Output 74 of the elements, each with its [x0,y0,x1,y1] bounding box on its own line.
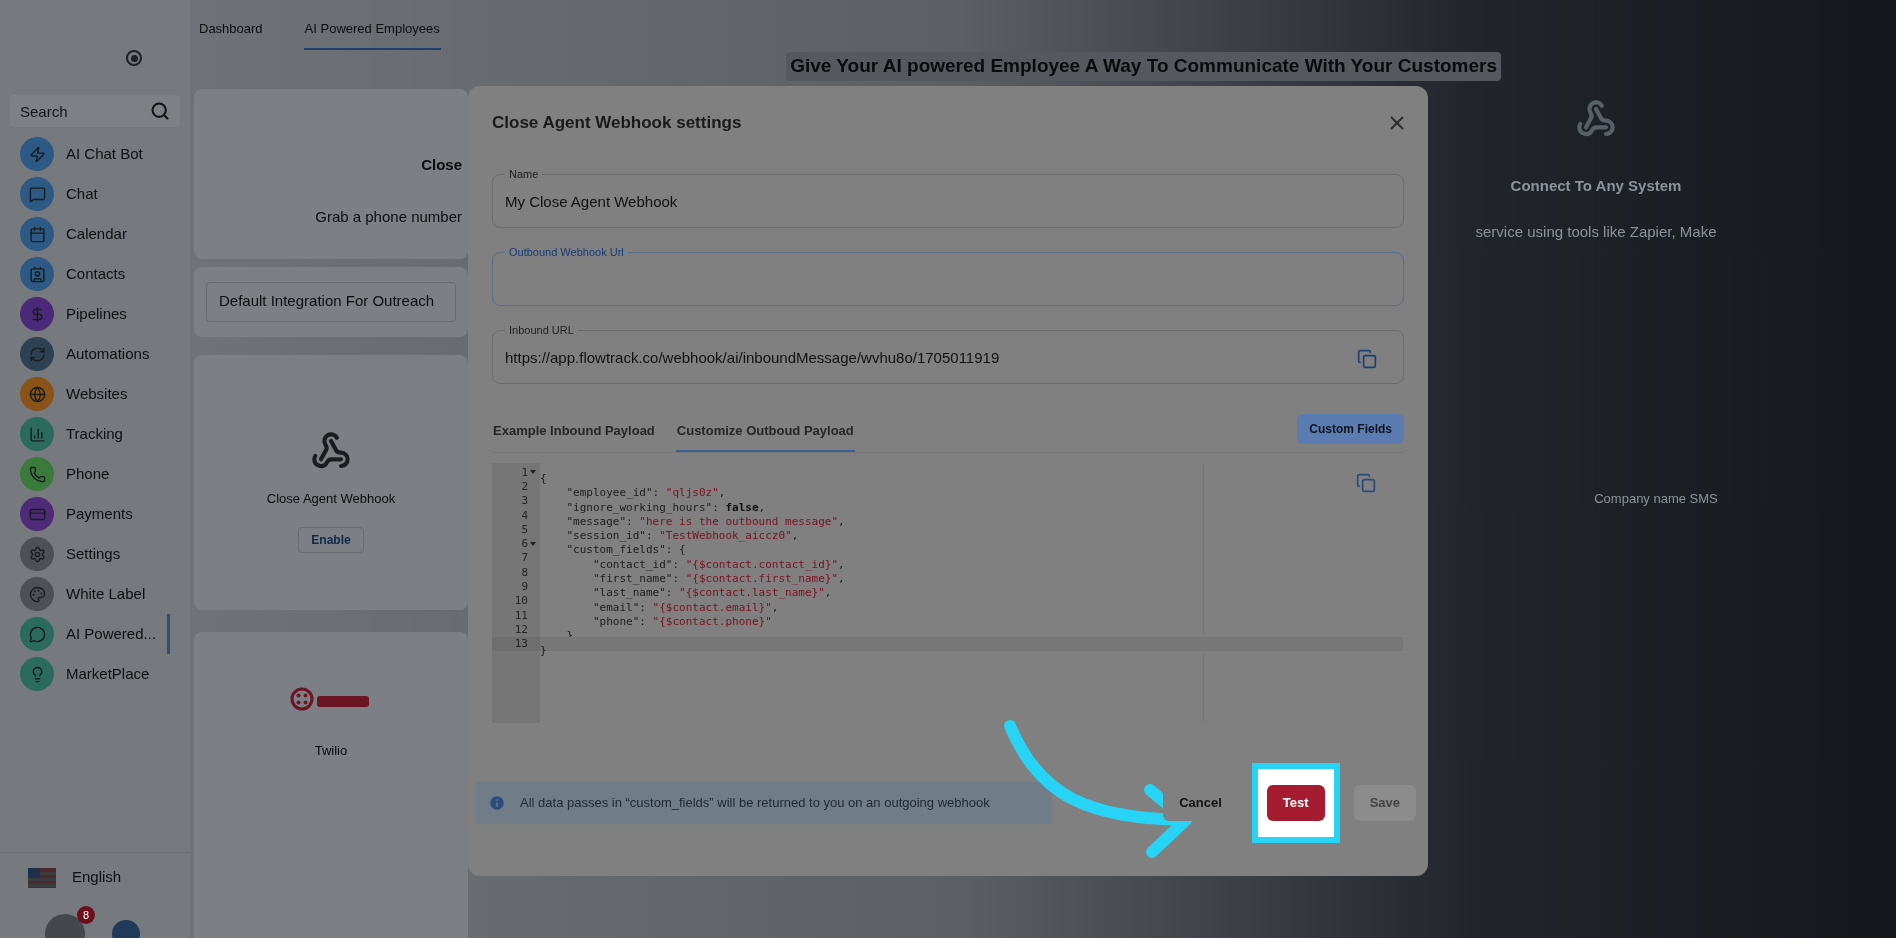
sidebar-item[interactable]: AI Chat Bot [0,134,170,174]
sidebar-item[interactable]: Phone [0,454,170,494]
code-line: "last_name": "{$contact.last_name}", [591,586,832,600]
search-field[interactable]: Search [10,95,180,127]
sidebar-item[interactable]: Websites [0,374,170,414]
webhook-icon [1576,98,1616,139]
line-number: 13 [514,638,528,650]
line-number: 12 [514,623,528,635]
enable-button[interactable]: Enable [298,526,364,553]
sidebar-item[interactable]: Calendar [0,214,170,254]
sidebar-item[interactable]: Chat [0,174,170,214]
code-line: "custom_fields": { [565,543,686,557]
card-footer: Company name SMS [1594,488,1718,508]
sidebar-item[interactable]: MarketPlace [0,654,170,694]
integration-select[interactable]: Default Integration For Outreach [206,281,456,322]
sidebar-item[interactable]: White Label [0,574,170,614]
info-banner: All data passes in “custom_fields” will be returned to you on an outgoing webhook [476,782,1052,824]
code-line: "email": "{$contact.email}", [591,600,779,614]
code-line: "phone": "{$contact.phone}" [591,614,772,628]
card-title: Close [421,154,462,175]
code-line: "ignore_working_hours": false, [565,500,766,514]
field-value: My Close Agent Webhook [505,192,678,213]
search-icon [150,101,170,121]
code-line: "contact_id": "{$contact.contact_id}", [591,557,845,571]
info-icon [488,794,506,812]
fold-icon[interactable] [530,541,536,546]
line-number: 8 [521,566,528,578]
code-line: { [540,472,547,485]
language-selector[interactable]: English [0,852,190,902]
field-label: Outbound Webhook Url [508,245,625,260]
sidebar-item[interactable]: Settings [0,534,170,574]
field-value: https://app.flowtrack.co/webhook/ai/inboundMessage/wvhu8o/1705011919 [505,348,1000,369]
top-tab[interactable]: Dashboard [198,18,264,50]
radio-icon[interactable] [126,50,142,66]
line-number: 2 [521,480,528,492]
card-description: service using tools like Zapier, Make [1475,222,1717,242]
sidebar-item[interactable]: AI Powered... [0,614,170,654]
code-line: "employee_id": "qljs0z", [565,486,726,500]
line-number: 11 [514,609,528,621]
field-label: Inbound URL [508,323,575,338]
dialog-title: Close Agent Webhook settings [492,112,742,135]
dialog-button[interactable]: Test [1266,785,1325,821]
sidebar-item[interactable]: Payments [0,494,170,534]
page-heading: Give Your AI powered Employee A Way To Communicate With Your Customers [786,52,1501,81]
fold-icon[interactable] [530,470,536,475]
copy-icon[interactable] [1356,473,1376,493]
card-description: Grab a phone number [315,207,462,227]
card-title: Twilio [314,741,348,760]
sidebar-item[interactable]: Pipelines [0,294,170,334]
flag-icon [28,867,56,888]
line-number: 9 [521,581,528,592]
custom-fields-button[interactable]: Custom Fields [1297,414,1404,444]
line-number: 10 [514,595,528,607]
copy-icon [1357,348,1377,369]
top-tab[interactable]: AI Powered Employees [303,18,441,50]
line-number: 4 [521,509,528,521]
line-number: 3 [521,495,528,507]
sidebar-item[interactable]: Contacts [0,254,170,294]
code-line: "message": "here is the outbound message", [565,514,845,528]
field-label: Name [508,167,540,182]
card-title: Connect To Any System [1510,175,1682,196]
line-number: 1 [521,466,528,478]
card-title: Close Agent Webhook [266,490,396,509]
line-number: 7 [521,552,528,564]
notification-badge: 8 [77,906,95,924]
sidebar-item[interactable]: Tracking [0,414,170,454]
sidebar-item[interactable]: Automations [0,334,170,374]
payload-tab[interactable]: Example Inbound Payload [492,420,656,452]
code-line: } [540,643,547,657]
line-number: 5 [521,523,528,535]
line-number: 6 [521,538,528,550]
payload-tab[interactable]: Customize Outboud Payload [675,420,855,452]
code-line: "session_id": "TestWebhook_aiccz0", [565,529,799,543]
code-line: "first_name": "{$contact.first_name}", [591,572,845,586]
